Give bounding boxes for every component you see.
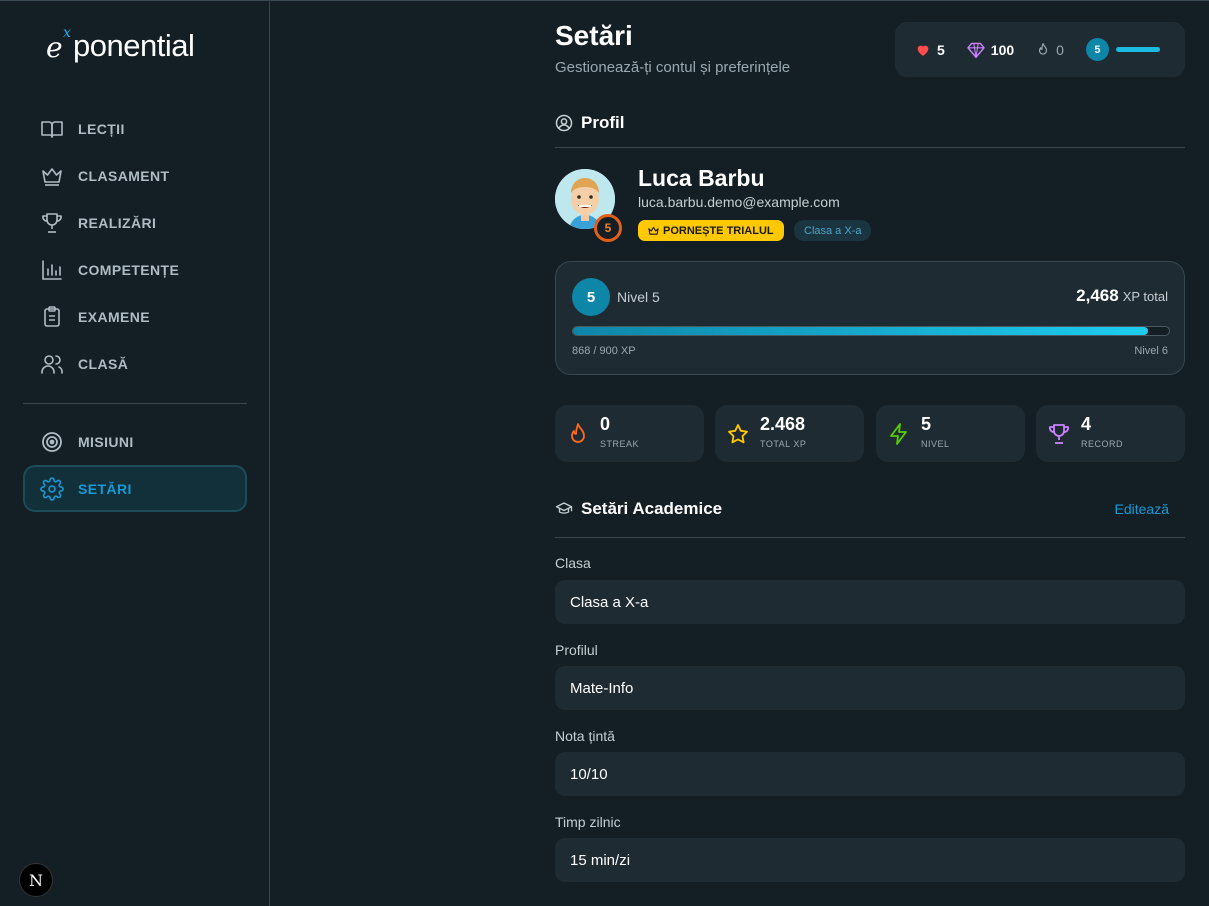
clipboard-icon [40,305,64,329]
sidebar-item-label: MISIUNI [78,433,134,450]
target-icon [40,430,64,454]
page-subtitle: Gestionează-ți contul și preferințele [555,59,791,76]
bar-chart-icon [40,258,64,282]
users-icon [40,352,64,376]
bolt-icon [890,423,907,445]
stat-label: NIVEL [921,439,950,449]
field-label-nota-tinta: Nota țintă [555,728,615,744]
level-indicator[interactable]: 5 [1085,38,1160,61]
crown-icon [40,164,64,188]
flame-icon [571,423,585,443]
sidebar-item-label: CLASĂ [78,355,129,372]
sidebar-item-label: LECȚII [78,120,125,137]
hearts-value: 5 [937,41,945,58]
level-progress-fill [573,327,1148,335]
graduation-cap-icon [555,502,573,514]
flame-icon [1039,42,1048,55]
sidebar-item-setari[interactable]: SETĂRI [23,465,247,512]
gems-value: 100 [990,41,1015,58]
user-email: luca.barbu.demo@example.com [638,194,840,210]
total-xp-suffix: XP total [1122,289,1168,304]
dev-tools-badge[interactable]: N [19,863,53,897]
user-stats-bar: 5 100 0 5 [895,22,1185,77]
class-chip: Clasa a X-a [794,220,872,241]
edit-academic-link[interactable]: Editează [1115,501,1169,517]
book-icon [40,117,64,141]
level-progress-text: 868 / 900 XP [572,345,636,357]
stat-card-total-xp: 2.468 TOTAL XP [715,405,864,462]
stat-value: 5 [921,414,932,434]
trophy-icon [40,211,64,235]
stat-value: 2.468 [760,414,806,434]
gems-counter[interactable]: 100 [967,42,1014,58]
brand-logo[interactable]: e x ponential [46,25,226,65]
sidebar-item-lectii[interactable]: LECȚII [23,105,247,152]
sidebar-item-competente[interactable]: COMPETENȚE [23,246,247,293]
profile-section-header: Profil [555,113,624,133]
stat-value: 4 [1081,414,1092,434]
sidebar-item-label: CLASAMENT [78,167,170,184]
stat-label: TOTAL XP [760,439,807,449]
total-xp: 2,468 XP total [1076,286,1168,306]
streak-counter[interactable]: 0 [1036,42,1064,58]
field-clasa[interactable]: Clasa a X-a [555,580,1185,624]
crown-icon [648,226,659,235]
gem-icon [967,42,985,58]
stat-label: RECORD [1081,439,1124,449]
logo-e: e [46,31,63,64]
academic-section-title: Setări Academice [581,499,723,518]
sidebar-item-misiuni[interactable]: MISIUNI [23,418,247,465]
academic-section-header: Setări Academice [555,499,722,519]
trophy-icon [1049,424,1069,444]
logo-word: ponential [73,28,195,63]
field-profil[interactable]: Mate-Info [555,666,1185,710]
sidebar-item-label: COMPETENȚE [78,261,180,278]
heart-icon [917,45,929,56]
sidebar-item-label: EXAMENE [78,308,151,325]
sidebar: e x ponential LECȚII CLASAMENT REALIZĂRI [0,1,270,906]
total-xp-value: 2,468 [1076,286,1119,305]
field-nota-tinta[interactable]: 10/10 [555,752,1185,796]
profile-section-title: Profil [581,113,625,132]
user-circle-icon [555,114,573,132]
level-label: Nivel 5 [617,289,660,305]
sidebar-divider [23,403,247,404]
gear-icon [40,476,64,501]
field-label-timp-zilnic: Timp zilnic [555,814,621,830]
level-progress-mini [1115,47,1160,52]
start-trial-label: PORNEȘTE TRIALUL [663,224,774,237]
level-badge: 5 [1085,38,1109,61]
stat-label: STREAK [600,439,640,449]
field-label-clasa: Clasa [555,555,591,571]
settings-main: Setări Gestionează-ți contul și preferin… [555,0,1185,906]
field-timp-zilnic[interactable]: 15 min/zi [555,838,1185,882]
avatar-level-badge: 5 [594,214,622,242]
sidebar-item-clasament[interactable]: CLASAMENT [23,152,247,199]
stats-row: 0 STREAK 2.468 TOTAL XP 5 NIVEL 4 RECORD [555,405,1185,462]
level-card: 5 Nivel 5 2,468 XP total 868 / 900 XP Niv… [555,261,1185,375]
start-trial-button[interactable]: PORNEȘTE TRIALUL [638,220,784,241]
sidebar-item-realizari[interactable]: REALIZĂRI [23,199,247,246]
stat-card-level: 5 NIVEL [876,405,1025,462]
level-progress-bar [572,326,1170,336]
stat-card-record: 4 RECORD [1036,405,1185,462]
sidebar-item-label: REALIZĂRI [78,214,157,231]
level-number-badge: 5 [572,278,610,316]
sidebar-item-examene[interactable]: EXAMENE [23,293,247,340]
star-icon [728,424,748,444]
divider [555,537,1185,538]
divider [555,147,1185,148]
streak-value: 0 [1056,41,1064,58]
next-level-label: Nivel 6 [1134,345,1168,357]
hearts-counter[interactable]: 5 [915,42,945,58]
logo-x: x [63,25,71,41]
stat-value: 0 [600,414,611,434]
field-label-profil: Profilul [555,642,598,658]
stat-card-streak: 0 STREAK [555,405,704,462]
sidebar-item-clasa[interactable]: CLASĂ [23,340,247,387]
sidebar-item-label: SETĂRI [78,480,132,497]
user-name: Luca Barbu [638,165,765,191]
page-title: Setări [555,20,633,51]
